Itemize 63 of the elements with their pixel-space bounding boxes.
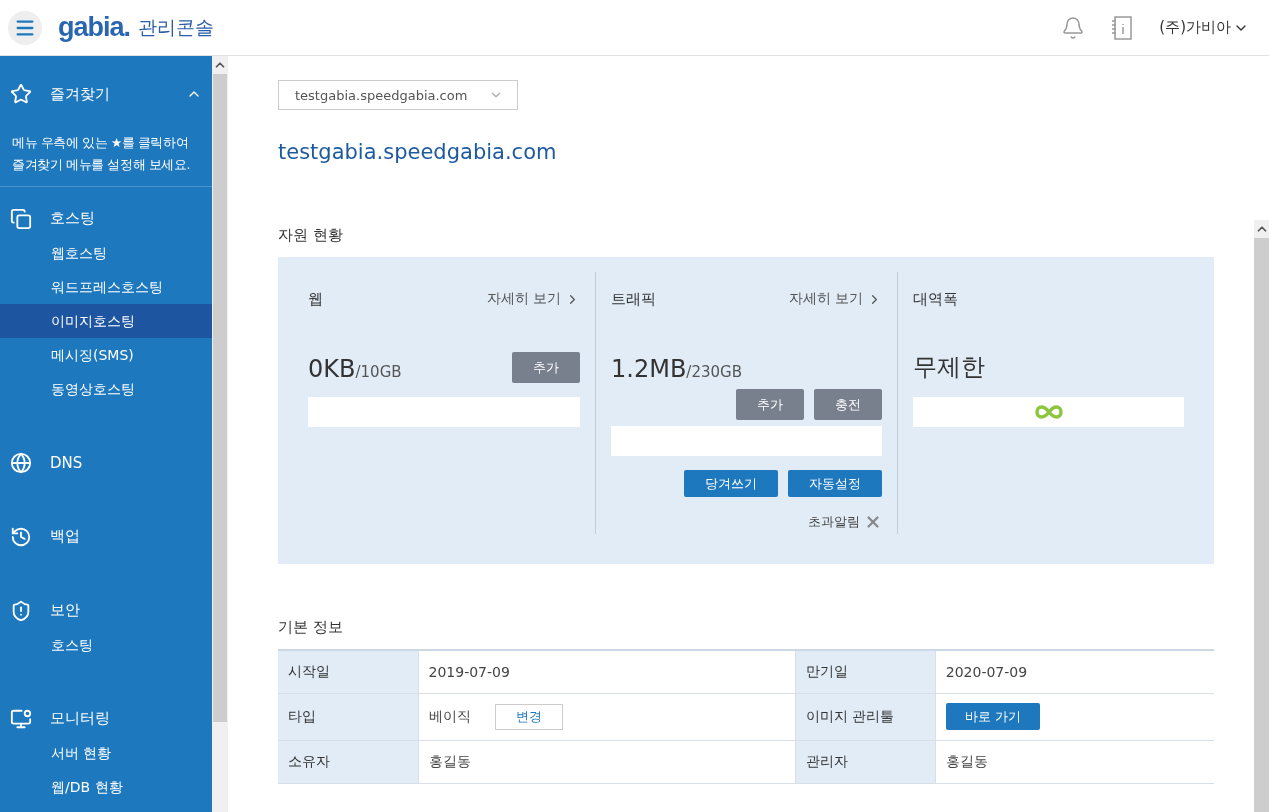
card-title: 웹 <box>308 289 323 309</box>
monitor-icon <box>10 707 32 730</box>
star-icon <box>10 83 32 105</box>
sidebar-item[interactable]: 서버 현황 <box>0 736 212 770</box>
cell-value: 2019-07-09 <box>428 663 510 680</box>
table-header-cell: 만기일 <box>795 650 936 693</box>
close-icon[interactable] <box>864 513 882 531</box>
card-title: 대역폭 <box>913 289 958 309</box>
logo: gabia. <box>58 12 131 43</box>
table-header-cell: 이미지 관리툴 <box>795 693 936 740</box>
scrollbar[interactable] <box>212 56 228 812</box>
usage-total: /10GB <box>355 363 402 381</box>
sidebar-item[interactable]: 워드프레스호스팅 <box>0 270 212 304</box>
scrollbar[interactable] <box>1254 220 1269 812</box>
add-button[interactable]: 추가 <box>736 389 804 420</box>
sidebar-item[interactable]: 이미지호스팅 <box>0 304 212 338</box>
table-header-cell: 시작일 <box>278 650 418 693</box>
sidebar-group[interactable]: DNS <box>50 453 83 472</box>
sidebar-item[interactable]: 호스팅 <box>0 628 212 662</box>
info-notebook-icon[interactable] <box>1111 15 1134 40</box>
section-title: 기본 정보 <box>278 618 344 637</box>
sidebar-group[interactable]: 호스팅 <box>50 209 95 228</box>
sidebar-item[interactable]: 웹/DB 현황 <box>0 770 212 804</box>
menu-button[interactable] <box>8 10 42 45</box>
shield-icon <box>10 599 32 622</box>
domain-title: testgabia.speedgabia.com <box>278 140 558 164</box>
cell-value: 홍길동 <box>945 752 988 769</box>
user-menu[interactable]: (주)가비아 <box>1159 18 1249 37</box>
cell-value: 홍길동 <box>428 752 471 769</box>
cell-value: 베이직 <box>428 707 471 724</box>
alert-label: 초과알림 <box>808 513 860 531</box>
usage-total: /230GB <box>686 363 742 381</box>
action-button[interactable]: 당겨쓰기 <box>684 470 778 497</box>
sidebar-item[interactable]: 웹호스팅 <box>0 236 212 270</box>
sidebar-item[interactable]: 동영상호스팅 <box>0 372 212 406</box>
app-title: 관리콘솔 <box>138 14 215 40</box>
usage-value: 1.2MB <box>611 355 687 383</box>
usage-value: 0KB <box>308 355 356 383</box>
infinity-icon <box>1033 405 1064 419</box>
change-button[interactable]: 변경 <box>494 703 563 730</box>
detail-link[interactable]: 자세히 보기 <box>788 290 882 308</box>
add-button[interactable]: 충전 <box>814 389 882 420</box>
usage-value: 무제한 <box>913 353 985 381</box>
table-header-cell: 소유자 <box>278 740 418 783</box>
go-button[interactable]: 바로 가기 <box>945 703 1040 730</box>
notification-bell-icon[interactable] <box>1061 15 1086 40</box>
table-header-cell: 관리자 <box>795 740 936 783</box>
cell-value: 2020-07-09 <box>945 663 1028 680</box>
sidebar-group[interactable]: 백업 <box>50 527 80 546</box>
stacked-squares-icon <box>10 207 32 230</box>
detail-link[interactable]: 자세히 보기 <box>486 290 580 308</box>
sidebar-item[interactable]: 메시징(SMS) <box>0 338 212 372</box>
section-title: 자원 현황 <box>278 226 344 245</box>
action-button[interactable]: 자동설정 <box>788 470 882 497</box>
card-title: 트래픽 <box>611 289 656 309</box>
table-header-cell: 타입 <box>278 693 418 740</box>
sidebar-group[interactable]: 보안 <box>50 601 80 620</box>
globe-icon <box>10 451 32 474</box>
domain-select[interactable]: testgabia.speedgabia.com <box>278 80 518 110</box>
history-icon <box>10 525 32 548</box>
add-button[interactable]: 추가 <box>512 352 580 383</box>
favorites-label[interactable]: 즐겨찾기 <box>50 84 168 104</box>
sidebar-group[interactable]: 모니터링 <box>50 709 110 728</box>
